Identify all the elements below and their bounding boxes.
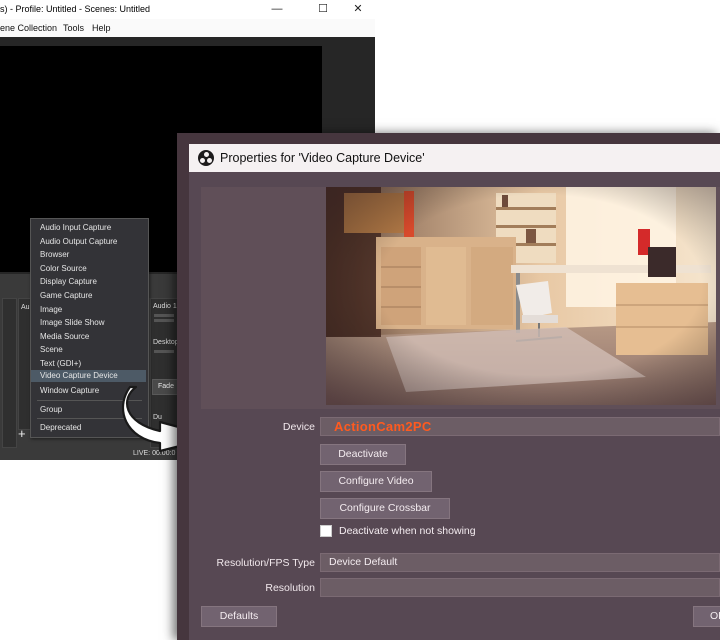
menu-item-media-source[interactable]: Media Source — [40, 332, 89, 341]
menu-item-image[interactable]: Image — [40, 305, 62, 314]
scenes-dock — [2, 298, 17, 448]
obs-titlebar: s) - Profile: Untitled - Scenes: Untitle… — [0, 0, 375, 20]
configure-video-button[interactable]: Configure Video — [320, 471, 432, 492]
source-preview-frame — [201, 187, 720, 409]
deactivate-button[interactable]: Deactivate — [320, 444, 406, 465]
menu-item-audio-input-capture[interactable]: Audio Input Capture — [40, 223, 111, 232]
sources-header: Au — [21, 304, 30, 311]
menu-help[interactable]: Help — [92, 23, 111, 33]
menu-item-scene[interactable]: Scene — [40, 345, 63, 354]
menu-item-browser[interactable]: Browser — [40, 250, 69, 259]
device-label: Device — [282, 421, 315, 433]
dialog-body: Device ActionCam2PC Deactivate Configure… — [189, 172, 720, 640]
audio-1-label: Audio 1 — [153, 303, 177, 310]
menu-item-video-capture-device[interactable]: Video Capture Device — [31, 370, 146, 382]
deactivate-when-hidden-label: Deactivate when not showing — [339, 525, 476, 537]
menu-item-deprecated[interactable]: Deprecated — [40, 423, 81, 432]
menu-scene-collection[interactable]: ene Collection — [0, 23, 57, 33]
device-select[interactable]: ActionCam2PC — [320, 417, 720, 436]
audio-1-meter — [154, 314, 174, 317]
desktop-audio-meter — [154, 350, 174, 353]
deactivate-when-hidden-checkbox[interactable] — [320, 525, 332, 537]
resolution-label: Resolution — [265, 582, 315, 594]
obs-logo-icon — [198, 150, 214, 166]
dialog-title: Properties for 'Video Capture Device' — [220, 151, 425, 165]
resolution-fps-label: Resolution/FPS Type — [216, 557, 315, 569]
close-button[interactable]: ✕ — [343, 1, 373, 17]
menu-item-text-gdi[interactable]: Text (GDI+) — [40, 359, 81, 368]
defaults-button[interactable]: Defaults — [201, 606, 277, 627]
properties-dialog: Properties for 'Video Capture Device' De… — [177, 133, 720, 640]
dialog-titlebar: Properties for 'Video Capture Device' — [189, 144, 720, 172]
audio-1-meter-2 — [154, 319, 174, 322]
menu-item-image-slide-show[interactable]: Image Slide Show — [40, 318, 104, 327]
ok-button[interactable]: OK — [693, 606, 720, 627]
menu-item-color-source[interactable]: Color Source — [40, 264, 87, 273]
maximize-button[interactable]: ☐ — [308, 1, 338, 17]
menu-item-display-capture[interactable]: Display Capture — [40, 277, 97, 286]
obs-menubar: ene Collection Tools Help — [0, 19, 375, 38]
desktop-audio-label: Desktop — [153, 339, 179, 346]
menu-item-audio-output-capture[interactable]: Audio Output Capture — [40, 237, 117, 246]
menu-item-game-capture[interactable]: Game Capture — [40, 291, 92, 300]
menu-tools[interactable]: Tools — [63, 23, 84, 33]
minimize-button[interactable]: — — [262, 1, 292, 17]
add-source-button[interactable]: + — [18, 426, 26, 441]
resolution-select[interactable] — [320, 578, 720, 597]
camera-preview-image — [326, 187, 716, 405]
menu-item-window-capture[interactable]: Window Capture — [40, 386, 99, 395]
menu-item-group[interactable]: Group — [40, 405, 62, 414]
obs-window-title: s) - Profile: Untitled - Scenes: Untitle… — [0, 4, 151, 14]
resolution-fps-select[interactable]: Device Default — [320, 553, 720, 572]
configure-crossbar-button[interactable]: Configure Crossbar — [320, 498, 450, 519]
